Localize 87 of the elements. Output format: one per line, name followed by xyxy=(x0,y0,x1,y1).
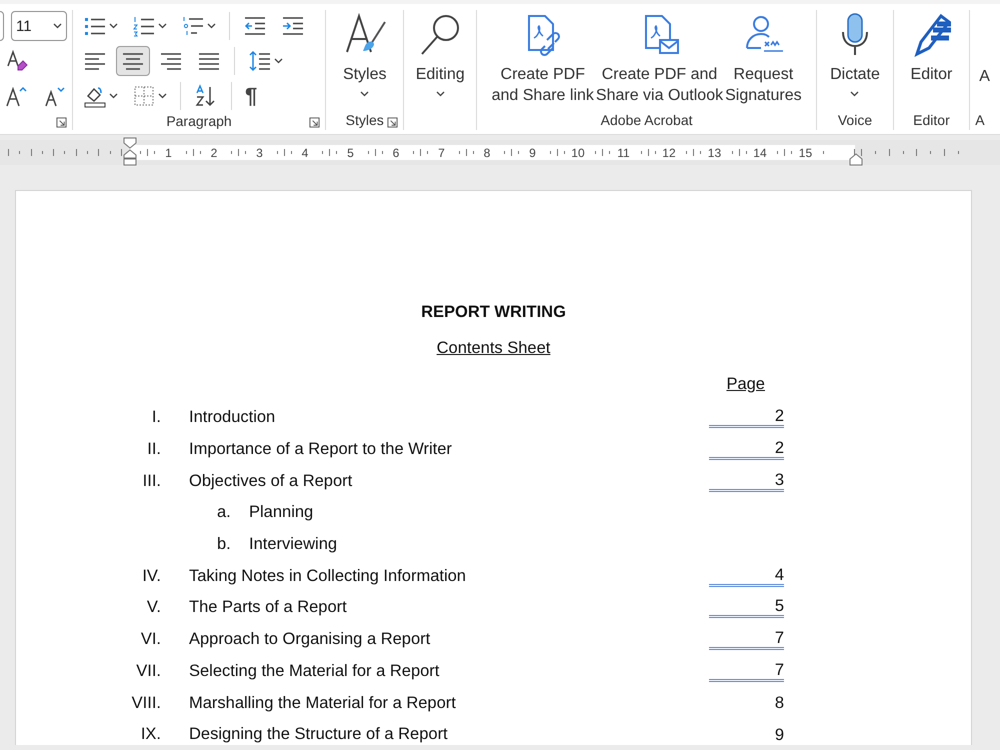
entry-numeral: a. xyxy=(217,503,232,522)
dialog-launcher-icon[interactable] xyxy=(309,117,320,128)
ruler-number: 10 xyxy=(570,146,585,160)
align-center-button[interactable] xyxy=(116,46,150,76)
document-title: REPORT WRITING xyxy=(420,302,567,323)
entry-numeral: VI. xyxy=(140,630,161,650)
ruler-number: 4 xyxy=(300,146,310,160)
create-pdf-outlook-button[interactable]: Create PDF and Share via Outlook xyxy=(594,10,724,110)
dialog-launcher-icon[interactable] xyxy=(387,117,398,128)
page-number-link[interactable]: 7 xyxy=(709,629,784,650)
entry-numeral: VII. xyxy=(135,662,161,681)
dropdown-caret-icon xyxy=(53,23,62,29)
font-size-field[interactable]: 11 xyxy=(11,11,67,41)
page-number-link[interactable]: 4 xyxy=(709,566,784,587)
ruler-number: 11 xyxy=(616,146,630,160)
document-subtitle: Contents Sheet xyxy=(436,339,550,357)
entry-title: Taking Notes in Collecting Information xyxy=(189,566,466,585)
dialog-launcher-icon[interactable] xyxy=(56,117,67,128)
dropdown-caret-icon xyxy=(109,93,118,99)
entry-title: Interviewing xyxy=(249,535,338,554)
group-label: Voice xyxy=(838,112,872,128)
ruler-number: 13 xyxy=(707,146,722,160)
dropdown-caret-icon xyxy=(109,23,118,29)
ruler-number: 9 xyxy=(528,146,537,160)
entry-numeral: IV. xyxy=(141,566,161,586)
request-signatures-button[interactable]: Request Signatures xyxy=(724,10,803,110)
create-pdf-share-link-button[interactable]: Create PDF and Share link xyxy=(490,10,595,110)
ruler-number: 14 xyxy=(752,146,767,160)
entry-title: Introduction xyxy=(189,408,276,426)
ruler-number: 12 xyxy=(662,146,676,160)
page-column-heading: Page xyxy=(726,374,765,395)
entry-title: Importance of a Report to the Writer xyxy=(189,440,452,458)
entry-numeral: II. xyxy=(146,440,161,460)
ruler-number: 2 xyxy=(210,146,218,160)
group-label: Paragraph xyxy=(166,113,232,129)
page-number-link[interactable]: 2 xyxy=(709,407,784,428)
group-label: A xyxy=(975,112,985,128)
entry-numeral: III. xyxy=(142,472,161,491)
entry-title: Designing the Structure of a Report xyxy=(189,725,448,744)
entry-title: Selecting the Material for a Report xyxy=(189,662,440,680)
entry-numeral: b. xyxy=(217,535,232,554)
styles-button[interactable]: Styles xyxy=(338,10,391,110)
page-number: 9 xyxy=(774,726,784,744)
entry-numeral: VIII. xyxy=(130,694,161,713)
multilevel-list-icon xyxy=(181,14,205,38)
dropdown-caret-icon xyxy=(158,23,167,29)
indent-marker-icon[interactable] xyxy=(123,137,137,167)
line-spacing-icon xyxy=(248,49,272,73)
grow-font-icon xyxy=(5,84,29,108)
dropdown-caret-icon xyxy=(274,58,283,64)
entry-title: Approach to Organising a Report xyxy=(189,630,430,648)
group-label: Adobe Acrobat xyxy=(600,112,693,128)
ruler-number: 7 xyxy=(437,146,446,160)
ruler-number: 3 xyxy=(255,146,264,160)
dropdown-caret-icon xyxy=(158,93,167,99)
ruler-number: 1 xyxy=(164,146,173,160)
borders-icon xyxy=(132,84,156,108)
dropdown-caret-icon xyxy=(207,23,216,29)
ruler-number: 15 xyxy=(798,146,812,160)
dictate-button[interactable]: Dictate xyxy=(826,10,884,110)
entry-numeral: V. xyxy=(146,598,161,618)
ruler-number: 5 xyxy=(346,146,355,160)
dropdown-caret-icon xyxy=(360,91,370,97)
page-number-link[interactable]: 2 xyxy=(709,439,784,460)
entry-numeral: I. xyxy=(150,408,161,428)
page-number: 8 xyxy=(774,694,784,712)
entry-title: Planning xyxy=(249,503,314,522)
entry-numeral: IX. xyxy=(140,725,161,744)
show-formatting-marks-button[interactable]: ¶ xyxy=(240,81,262,111)
page-number-link[interactable]: 7 xyxy=(709,660,784,682)
page-number-link[interactable]: 3 xyxy=(709,470,784,492)
entry-title: The Parts of a Report xyxy=(189,598,347,616)
group-label: Styles xyxy=(346,112,384,128)
page-number-link[interactable]: 5 xyxy=(709,597,784,618)
editor-button[interactable]: Editor xyxy=(905,10,958,110)
entry-title: Marshalling the Material for a Report xyxy=(189,694,456,712)
ruler-number: 6 xyxy=(392,146,400,160)
clear-formatting-icon xyxy=(5,49,29,73)
dropdown-caret-icon xyxy=(436,91,445,97)
dropdown-caret-icon xyxy=(850,91,860,97)
ruler-number: 8 xyxy=(482,146,492,160)
ribbon-button[interactable]: A xyxy=(975,10,994,110)
numbered-list-icon xyxy=(132,14,156,38)
editing-button[interactable]: Editing xyxy=(412,10,469,110)
group-label: Editor xyxy=(913,112,950,128)
paint-bucket-icon xyxy=(83,84,107,108)
entry-title: Objectives of a Report xyxy=(189,472,352,490)
